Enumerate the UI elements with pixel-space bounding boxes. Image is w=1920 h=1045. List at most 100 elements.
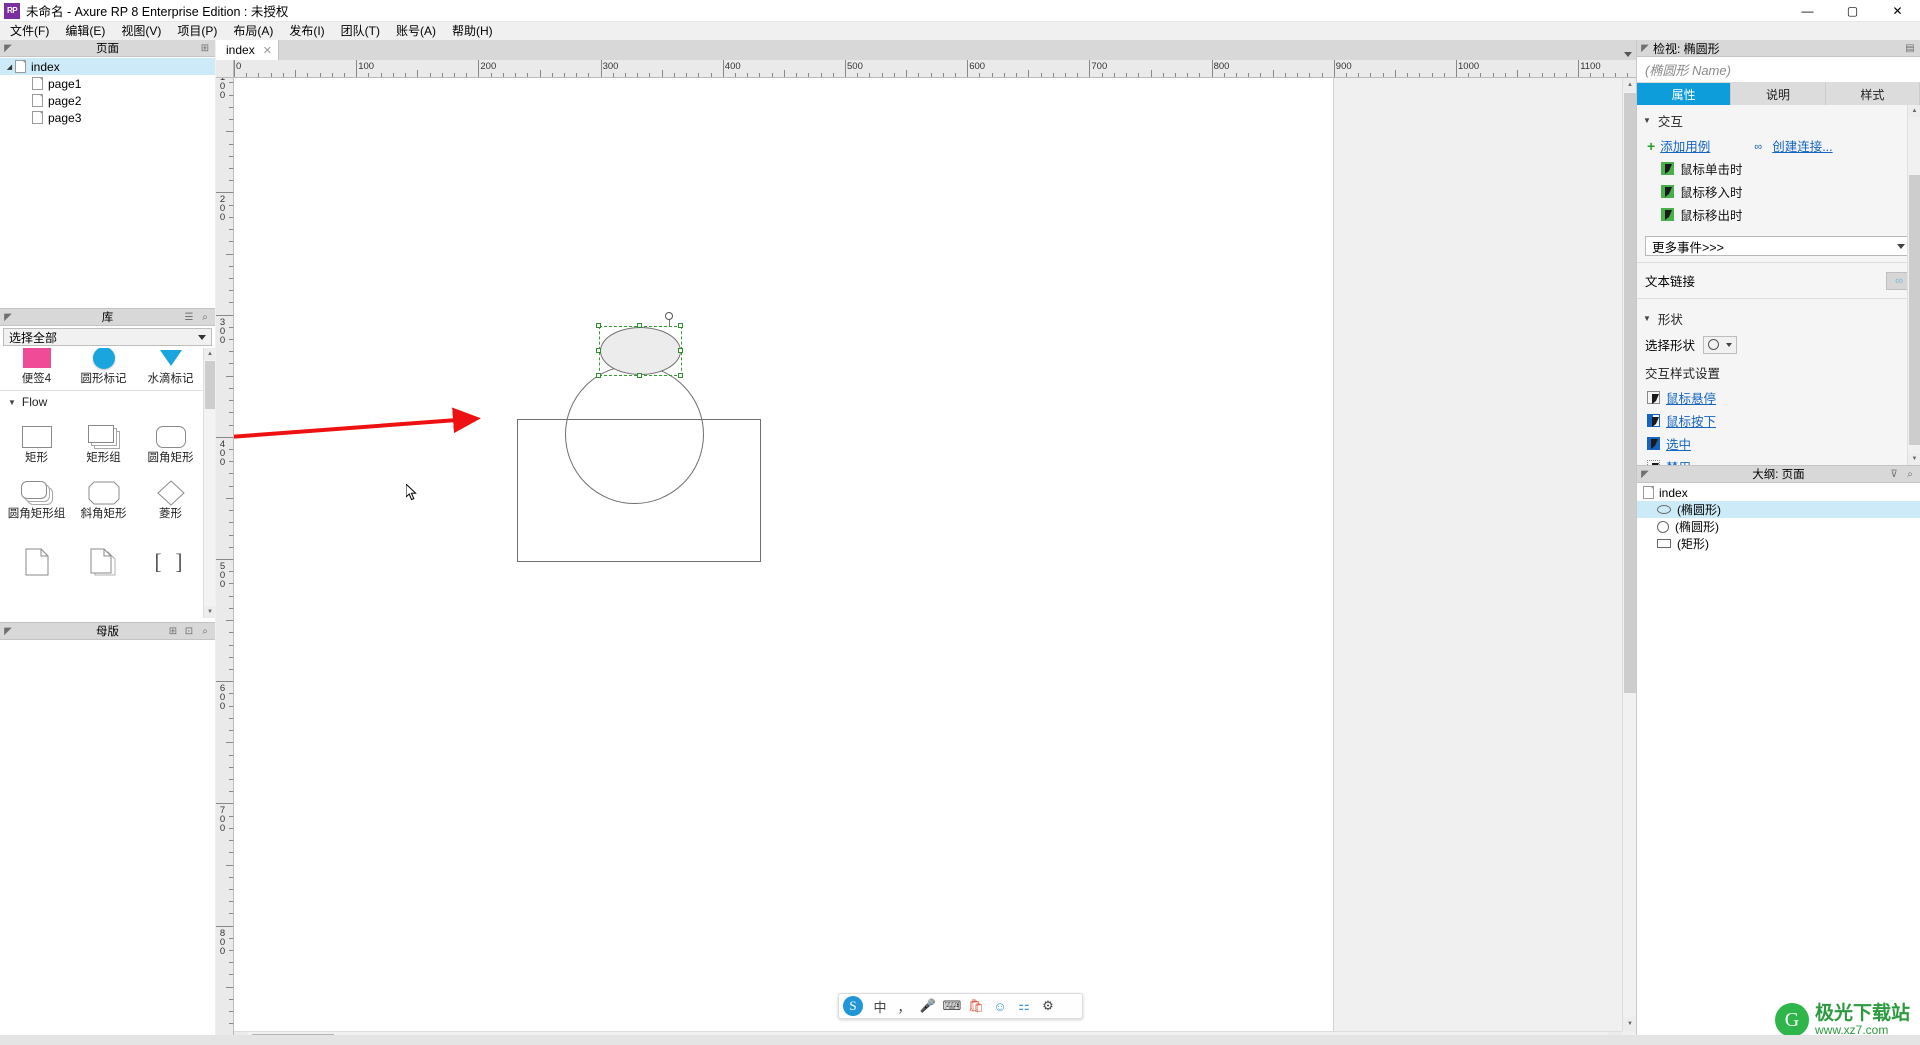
emoji-icon[interactable]: ☺: [988, 995, 1012, 1017]
canvas-shape-circle[interactable]: [565, 365, 704, 504]
menu-team[interactable]: 团队(T): [333, 22, 388, 40]
istyle-disabled[interactable]: 禁用: [1637, 455, 1920, 465]
document-tab-index[interactable]: index ✕: [216, 40, 279, 60]
canvas-viewport[interactable]: [234, 78, 1636, 1031]
page-item-page1[interactable]: page1: [0, 75, 215, 92]
menu-icon[interactable]: ☰: [181, 310, 197, 325]
widget-rectangle-group[interactable]: 矩形组: [70, 411, 137, 467]
microphone-icon[interactable]: 🎤: [916, 995, 940, 1017]
widget-octagon-rectangle[interactable]: 斜角矩形: [70, 467, 137, 523]
outline-item-rectangle[interactable]: (矩形): [1637, 535, 1920, 552]
collapse-icon[interactable]: ◤: [0, 624, 16, 639]
collapse-icon[interactable]: ◤: [1637, 41, 1653, 56]
canvas-page-surface[interactable]: [234, 78, 1334, 1031]
apps-icon[interactable]: ⚏: [1012, 995, 1036, 1017]
widget-page-shape[interactable]: [3, 523, 70, 579]
resize-handle-s[interactable]: [637, 373, 642, 378]
istyle-label[interactable]: 鼠标按下: [1666, 411, 1716, 430]
add-page-icon[interactable]: ⊞: [197, 41, 213, 56]
widget-name-input[interactable]: (椭圆形 Name): [1637, 57, 1920, 83]
scroll-up-icon[interactable]: ▲: [1623, 78, 1637, 92]
sogou-logo-icon[interactable]: S: [843, 996, 863, 1016]
resize-handle-sw[interactable]: [596, 373, 601, 378]
resize-handle-w[interactable]: [596, 348, 601, 353]
scroll-down-icon[interactable]: ▼: [1623, 1017, 1637, 1031]
canvas-vscroll-thumb[interactable]: [1624, 93, 1636, 693]
canvas-vertical-scrollbar[interactable]: ▲ ▼: [1622, 78, 1637, 1031]
shop-icon[interactable]: 🛍: [964, 995, 988, 1017]
scroll-down-icon[interactable]: ▼: [204, 606, 215, 618]
collapse-icon[interactable]: ◤: [0, 41, 16, 56]
event-on-mouse-enter[interactable]: 鼠标移入时: [1637, 180, 1920, 203]
search-icon[interactable]: ⌕: [1902, 467, 1918, 482]
library-select-dropdown[interactable]: 选择全部: [3, 328, 212, 346]
menu-file[interactable]: 文件(F): [2, 22, 57, 40]
scroll-down-icon[interactable]: ▼: [1908, 453, 1920, 465]
event-on-mouse-leave[interactable]: 鼠标移出时: [1637, 203, 1920, 226]
add-case-link[interactable]: 添加用例: [1660, 136, 1710, 155]
widget-rounded-rectangle-group[interactable]: 圆角矩形组: [3, 467, 70, 523]
tab-style[interactable]: 样式: [1825, 83, 1920, 105]
outline-item-ellipse-selected[interactable]: (椭圆形): [1637, 501, 1920, 518]
page-item-index[interactable]: ◢ index: [0, 58, 215, 75]
maximize-button[interactable]: ▢: [1830, 0, 1875, 22]
resize-handle-e[interactable]: [678, 348, 683, 353]
minimize-button[interactable]: —: [1785, 0, 1830, 22]
istyle-mouse-hover[interactable]: 鼠标悬停: [1637, 386, 1920, 409]
widget-diamond[interactable]: 菱形: [137, 467, 204, 523]
shape-picker-dropdown[interactable]: [1703, 335, 1738, 354]
chinese-mode-icon[interactable]: 中: [868, 995, 892, 1017]
menu-layout[interactable]: 布局(A): [225, 22, 281, 40]
istyle-label[interactable]: 选中: [1666, 434, 1691, 453]
keyboard-icon[interactable]: ⌨: [940, 995, 964, 1017]
tab-notes[interactable]: 说明: [1731, 83, 1826, 105]
istyle-selected[interactable]: 选中: [1637, 432, 1920, 455]
scroll-up-icon[interactable]: ▲: [1908, 105, 1920, 117]
rotate-handle[interactable]: [665, 312, 673, 320]
page-item-page2[interactable]: page2: [0, 92, 215, 109]
widget-sticky4[interactable]: 便签4: [3, 348, 70, 388]
outline-item-index[interactable]: index: [1637, 484, 1920, 501]
page-item-page3[interactable]: page3: [0, 109, 215, 126]
outline-item-ellipse[interactable]: (椭圆形): [1637, 518, 1920, 535]
add-master-icon[interactable]: ⊞: [165, 624, 181, 639]
library-scrollbar-thumb[interactable]: [205, 361, 215, 409]
widget-pages-shape[interactable]: [70, 523, 137, 579]
notes-icon[interactable]: ▤: [1902, 41, 1918, 56]
canvas-shape-ellipse-selected[interactable]: [600, 327, 681, 375]
flow-section-header[interactable]: ▼ Flow: [0, 390, 215, 411]
tab-properties[interactable]: 属性: [1637, 83, 1732, 105]
collapse-icon[interactable]: ◤: [0, 310, 16, 325]
scroll-up-icon[interactable]: ▲: [204, 348, 215, 360]
widget-rounded-rectangle[interactable]: 圆角矩形: [137, 411, 204, 467]
inspector-scrollbar[interactable]: ▲ ▼: [1907, 105, 1920, 465]
menu-view[interactable]: 视图(V): [113, 22, 169, 40]
close-icon[interactable]: ✕: [263, 44, 272, 57]
close-button[interactable]: ✕: [1875, 0, 1920, 22]
tab-overflow-chevron-icon[interactable]: [1624, 52, 1632, 57]
filter-icon[interactable]: ⊽: [1886, 467, 1902, 482]
interaction-section-header[interactable]: ▼ 交互: [1637, 105, 1920, 134]
inspector-scrollbar-thumb[interactable]: [1909, 175, 1920, 445]
widget-brackets-shape[interactable]: [ ]: [137, 523, 204, 579]
istyle-mouse-down[interactable]: 鼠标按下: [1637, 409, 1920, 432]
resize-handle-ne[interactable]: [678, 323, 683, 328]
more-events-dropdown[interactable]: 更多事件>>>: [1645, 236, 1912, 256]
menu-edit[interactable]: 编辑(E): [57, 22, 113, 40]
search-icon[interactable]: ⌕: [197, 624, 213, 639]
search-icon[interactable]: ⌕: [197, 310, 213, 325]
widget-rectangle[interactable]: 矩形: [3, 411, 70, 467]
widget-circle-marker[interactable]: 圆形标记: [70, 348, 137, 388]
menu-publish[interactable]: 发布(I): [281, 22, 332, 40]
shape-section-header[interactable]: ▼ 形状: [1637, 303, 1920, 332]
menu-help[interactable]: 帮助(H): [444, 22, 501, 40]
menu-project[interactable]: 项目(P): [169, 22, 225, 40]
settings-icon[interactable]: ⚙: [1036, 995, 1060, 1017]
resize-handle-nw[interactable]: [596, 323, 601, 328]
resize-handle-n[interactable]: [637, 323, 642, 328]
event-on-click[interactable]: 鼠标单击时: [1637, 157, 1920, 180]
resize-handle-se[interactable]: [678, 373, 683, 378]
istyle-label[interactable]: 鼠标悬停: [1666, 388, 1716, 407]
istyle-label[interactable]: 禁用: [1666, 457, 1691, 465]
create-link-link[interactable]: 创建连接...: [1772, 136, 1832, 155]
